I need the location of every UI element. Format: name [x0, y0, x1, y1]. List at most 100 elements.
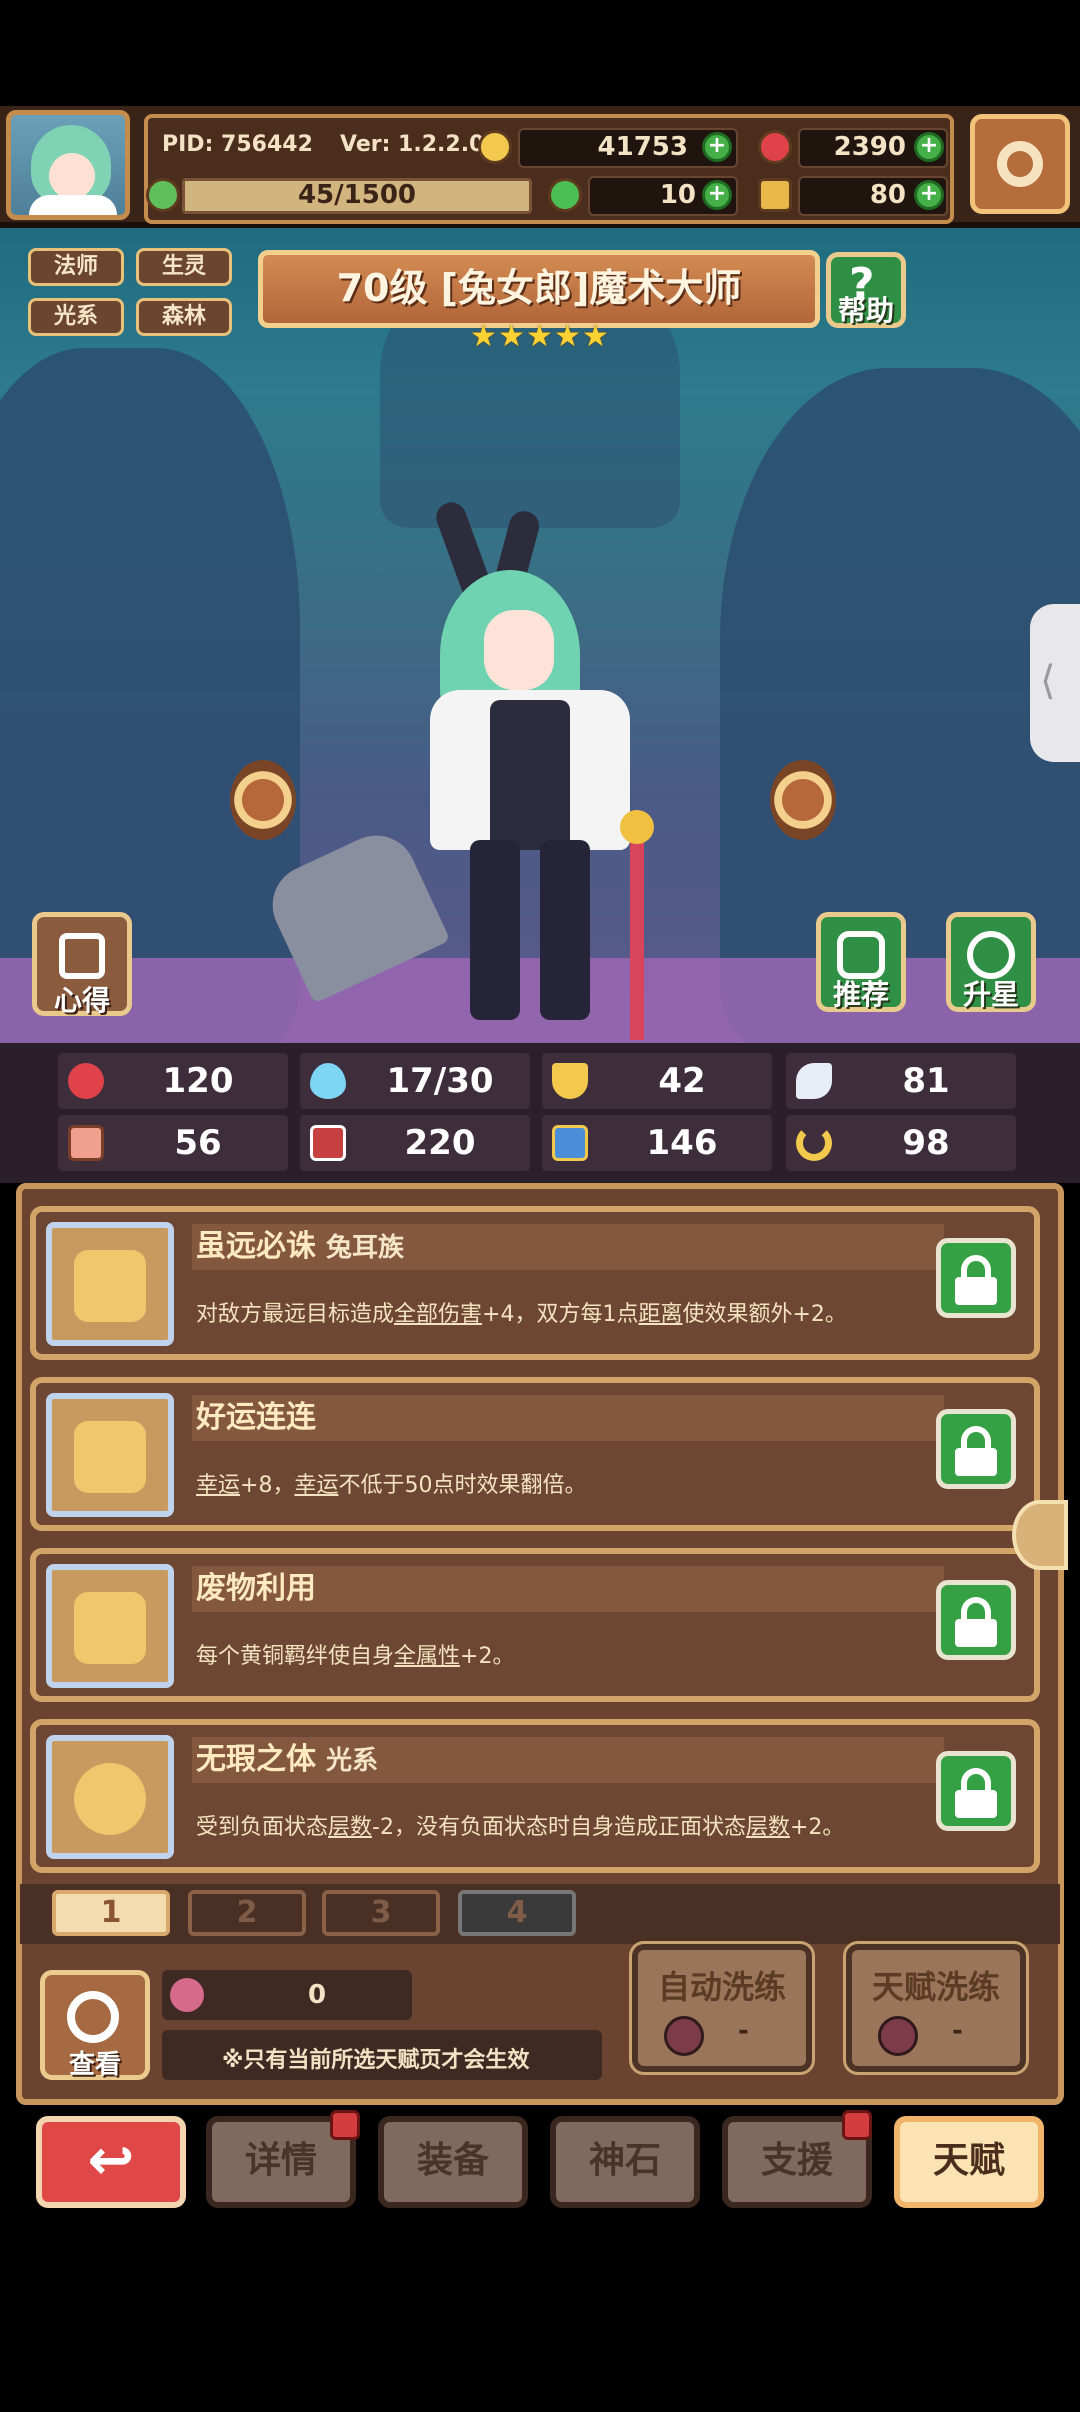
stat-health-value: 120	[162, 1061, 234, 1101]
bunny-talent-icon	[74, 1250, 146, 1322]
gear-icon	[997, 141, 1043, 187]
stat-luck-value: 98	[902, 1123, 950, 1163]
gold-amount: 41753	[597, 132, 688, 162]
player-avatar[interactable]	[6, 110, 130, 220]
stat-mana: 17/30	[300, 1053, 530, 1109]
talent-description: 每个黄铜羁绊使自身全属性+2。	[196, 1622, 934, 1692]
page-tab-1[interactable]: 1	[52, 1890, 170, 1936]
clover-amount: 10	[659, 180, 696, 210]
desc-keyword[interactable]: 距离	[638, 1302, 682, 1327]
add-clover-plus-icon[interactable]: +	[702, 180, 732, 210]
talent-description: 对敌方最远目标造成全部伤害+4，双方每1点距离使效果额外+2。	[196, 1280, 934, 1350]
page-tab-4[interactable]: 4	[458, 1890, 576, 1936]
hero-suit	[490, 700, 570, 850]
desc-text: 使效果额外+2。	[682, 1302, 847, 1327]
talent-icon-frame	[46, 1222, 174, 1346]
hero-leg	[540, 840, 590, 1020]
left-slot-orb[interactable]	[230, 760, 296, 840]
stat-defense: 42	[542, 1053, 772, 1109]
star-icon: ★	[582, 319, 609, 354]
settings-button[interactable]	[970, 114, 1070, 214]
shield-icon	[552, 1063, 588, 1099]
tag-living: 生灵	[136, 248, 232, 286]
view-button[interactable]: 查看	[40, 1970, 150, 2080]
recommend-label: 推荐	[832, 978, 889, 1011]
gems-amount: 2390	[833, 132, 906, 162]
lock-button[interactable]	[936, 1751, 1016, 1831]
nav-godstone[interactable]: 神石	[550, 2116, 700, 2208]
thumbs-up-icon	[837, 931, 885, 979]
nav-equipment[interactable]: 装备	[378, 2116, 528, 2208]
avatar-body	[29, 195, 117, 215]
stat-magic-value: 220	[404, 1123, 476, 1163]
add-gold-plus-icon[interactable]: +	[702, 132, 732, 162]
notes-label: 心得	[53, 984, 110, 1017]
lock-body	[955, 1277, 997, 1305]
cane	[630, 820, 644, 1040]
side-drawer-tab[interactable]: ⟨	[1030, 604, 1080, 762]
talent-card[interactable]: 好运连连 幸运+8，幸运不低于50点时效果翻倍。	[30, 1377, 1040, 1531]
auto-refine-button[interactable]: 自动洗练 -	[629, 1941, 815, 2075]
desc-keyword[interactable]: 全部伤害	[394, 1302, 482, 1327]
avatar-face	[49, 153, 95, 199]
help-label: 帮助	[837, 294, 894, 327]
upgrade-star-button[interactable]: 升星	[946, 912, 1036, 1012]
talent-icon-frame	[46, 1564, 174, 1688]
game-version: Ver: 1.2.2.0	[340, 132, 485, 157]
talent-icon-frame	[46, 1735, 174, 1859]
recommend-button[interactable]: 推荐	[816, 912, 906, 1012]
desc-text: 对敌方最远目标造成	[196, 1302, 395, 1327]
desc-keyword[interactable]: 幸运	[196, 1473, 240, 1498]
talent-refine-button[interactable]: 天赋洗练 -	[843, 1941, 1029, 2075]
help-button[interactable]: ? 帮助	[826, 252, 906, 328]
page-tab-3[interactable]: 3	[322, 1890, 440, 1936]
player-id: PID: 756442	[162, 132, 313, 157]
talent-refine-label: 天赋洗练	[871, 1968, 1000, 2006]
potion-count: 0	[307, 1980, 327, 2010]
sun-talent-icon	[74, 1763, 146, 1835]
star-upgrade-icon	[967, 931, 1015, 979]
talent-card[interactable]: 废物利用 每个黄铜羁绊使自身全属性+2。	[30, 1548, 1040, 1702]
hero-character[interactable]	[420, 498, 670, 1040]
boot-icon	[552, 1125, 588, 1161]
back-button[interactable]: ↩	[36, 2116, 186, 2208]
page-tab-2[interactable]: 2	[188, 1890, 306, 1936]
magnifier-icon	[67, 1991, 119, 2043]
desc-keyword[interactable]: 幸运	[294, 1473, 338, 1498]
talent-subtag: 兔耳族	[326, 1233, 405, 1263]
stat-health: 120	[58, 1053, 288, 1109]
star-icon: ★	[554, 319, 581, 354]
cane-top	[620, 810, 654, 844]
lock-body	[955, 1619, 997, 1647]
tag-light: 光系	[28, 298, 124, 336]
stat-magic: 220	[300, 1115, 530, 1171]
shard-icon	[758, 178, 792, 212]
notes-button[interactable]: 心得	[32, 912, 132, 1017]
desc-text: +4，双方每1点	[482, 1302, 639, 1327]
chevron-left-icon: ⟨	[1040, 658, 1056, 704]
notes-icon	[59, 933, 105, 979]
upgrade-label: 升星	[962, 978, 1019, 1011]
lock-button[interactable]	[936, 1238, 1016, 1318]
talent-card[interactable]: 无瑕之体 光系 受到负面状态层数-2，没有负面状态时自身造成正面状态层数+2。	[30, 1719, 1040, 1873]
back-arrow-icon: ↩	[87, 2128, 135, 2193]
add-shards-plus-icon[interactable]: +	[914, 180, 944, 210]
lock-button[interactable]	[936, 1580, 1016, 1660]
talent-card[interactable]: 虽远必诛 兔耳族 对敌方最远目标造成全部伤害+4，双方每1点距离使效果额外+2。	[30, 1206, 1040, 1360]
view-label: 查看	[68, 2050, 121, 2080]
star-icon: ★	[470, 319, 497, 354]
talent-name: 无瑕之体	[196, 1742, 316, 1777]
talent-refine-value: -	[952, 2016, 963, 2046]
panel-side-handle[interactable]	[1012, 1500, 1068, 1570]
right-slot-orb[interactable]	[770, 760, 836, 840]
player-info-box: PID: 756442 Ver: 1.2.2.0 41753 + 2390 + …	[144, 114, 954, 224]
energy-leaf-icon	[146, 178, 180, 212]
desc-keyword[interactable]: 层数	[328, 1815, 372, 1840]
clover-icon	[548, 178, 582, 212]
add-gems-plus-icon[interactable]: +	[914, 132, 944, 162]
desc-keyword[interactable]: 全属性	[394, 1644, 460, 1669]
nav-talent[interactable]: 天赋	[894, 2116, 1044, 2208]
desc-keyword[interactable]: 层数	[746, 1815, 790, 1840]
stat-speed: 146	[542, 1115, 772, 1171]
lock-button[interactable]	[936, 1409, 1016, 1489]
